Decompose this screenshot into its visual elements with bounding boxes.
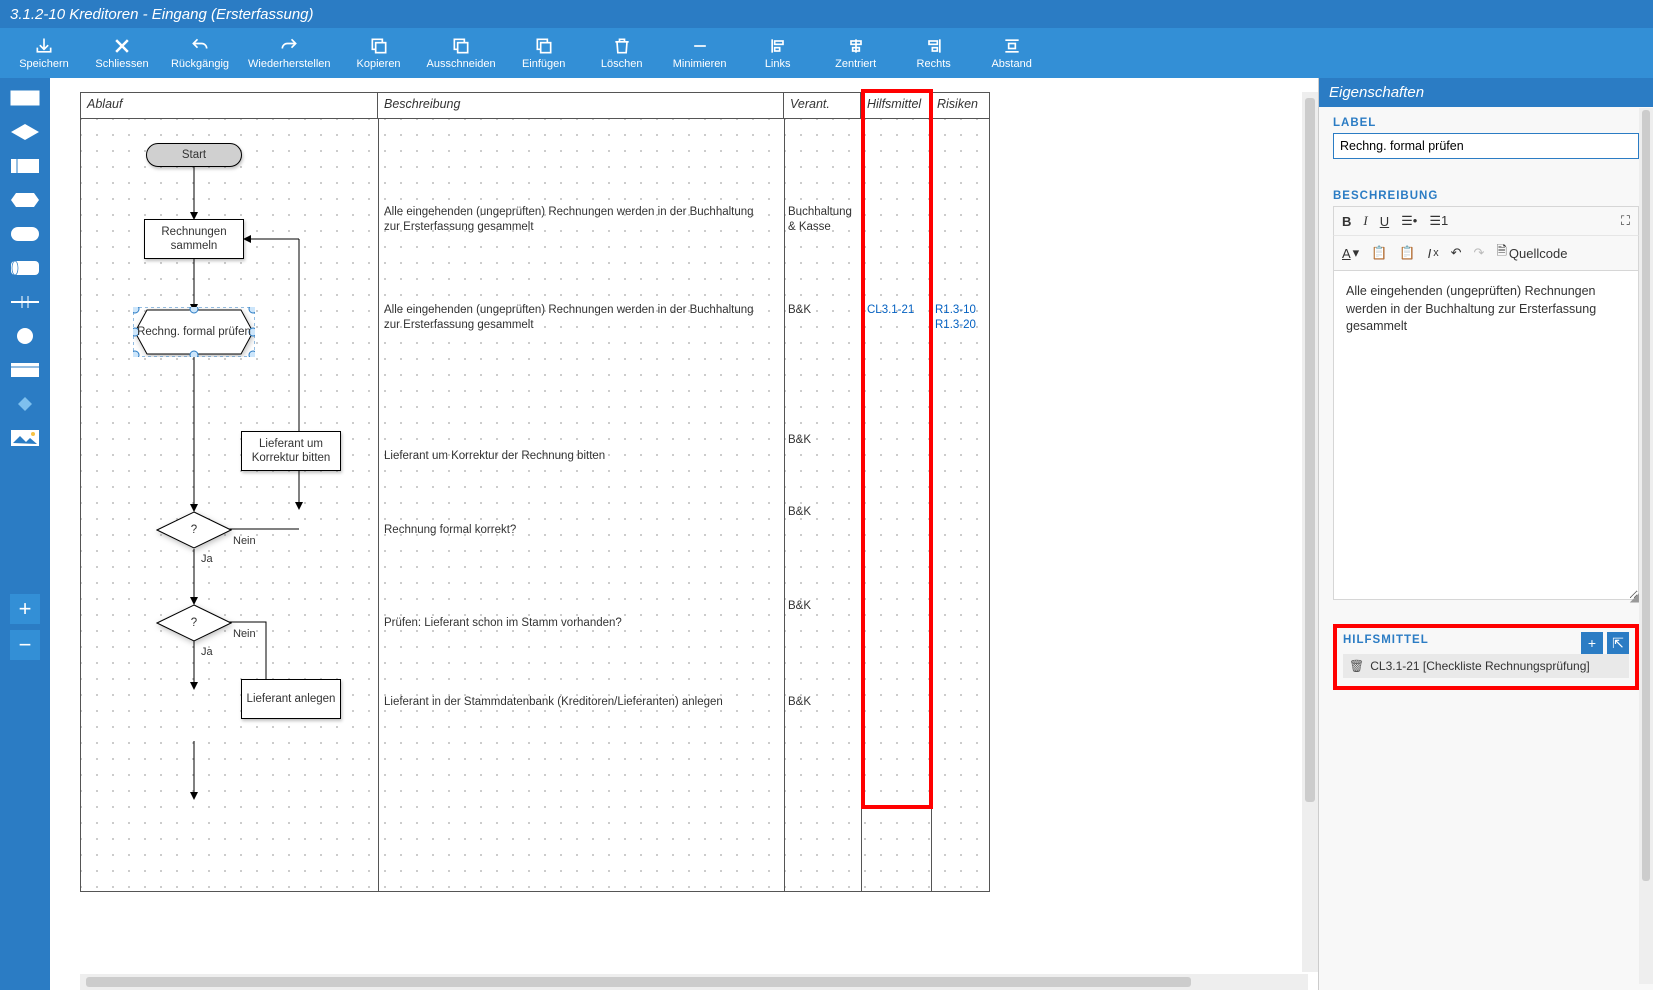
verant-r4: B&K: [788, 505, 815, 520]
column-verant: Verant.: [784, 93, 861, 118]
hilfsmittel-item[interactable]: 🗑 CL3.1-21 [Checkliste Rechnungsprüfung]: [1343, 654, 1629, 678]
italic-button[interactable]: I: [1363, 213, 1367, 229]
swimlane-headers: Ablauf Beschreibung Verant. Hilfsmittel …: [81, 93, 989, 119]
label-input[interactable]: [1333, 133, 1639, 159]
label-ja-1: Ja: [201, 553, 213, 565]
clear-format-button[interactable]: Ix: [1428, 246, 1439, 261]
panel-vertical-scrollbar[interactable]: [1639, 108, 1653, 984]
hilfsmittel-section: HILFSMITTEL + ⇱ 🗑 CL3.1-21 [Checkliste R…: [1333, 624, 1639, 690]
delete-button[interactable]: Löschen: [592, 36, 652, 70]
minimize-button[interactable]: Minimieren: [670, 36, 730, 70]
desc-r3: Lieferant um Korrektur der Rechnung bitt…: [384, 449, 609, 464]
underline-button[interactable]: U: [1380, 214, 1389, 229]
undo-button[interactable]: Rückgängig: [170, 36, 230, 70]
shape-rounded-icon[interactable]: [8, 224, 42, 244]
node-lieferant-anlegen[interactable]: Lieferant anlegen: [241, 679, 341, 719]
label-ja-2: Ja: [201, 646, 213, 658]
shape-data-icon[interactable]: [8, 258, 42, 278]
label-nein-2: Nein: [233, 628, 256, 640]
source-button[interactable]: 🗎 Quellcode: [1496, 242, 1567, 264]
verant-r6: B&K: [788, 695, 815, 710]
zoom-out-button[interactable]: −: [10, 630, 40, 660]
shape-diamond-icon[interactable]: [8, 122, 42, 142]
node-start[interactable]: Start: [146, 143, 242, 167]
shape-palette: + −: [0, 78, 50, 990]
paste-word-button[interactable]: 📋: [1399, 245, 1415, 261]
node-decision-1[interactable]: ?: [156, 511, 232, 549]
verant-r1: Buchhaltung & Kasse: [788, 205, 858, 235]
toolbar: Speichern Schliessen Rückgängig Wiederhe…: [0, 28, 1653, 78]
verant-r3: B&K: [788, 433, 815, 448]
risk-r2-1[interactable]: R1.3-10: [935, 303, 980, 318]
shape-hexagon-icon[interactable]: [8, 190, 42, 210]
highlight-hilfsmittel-column: [861, 89, 933, 809]
description-editor[interactable]: Alle eingehenden (ungeprüften) Rechnunge…: [1333, 270, 1639, 600]
properties-title: Eigenschaften: [1319, 78, 1653, 107]
paste-button[interactable]: Einfügen: [514, 36, 574, 70]
shape-link-icon[interactable]: [8, 292, 42, 312]
node-decision-2[interactable]: ?: [156, 604, 232, 642]
node-rechng-formal-pruefen-selected[interactable]: Rechng. formal prüfen: [133, 307, 255, 357]
close-button[interactable]: Schliessen: [92, 36, 152, 70]
fullscreen-button[interactable]: ⛶: [1621, 213, 1630, 229]
label-nein-1: Nein: [233, 535, 256, 547]
shape-circle-icon[interactable]: [8, 326, 42, 346]
spacing-button[interactable]: Abstand: [982, 36, 1042, 70]
shape-card-icon[interactable]: [8, 360, 42, 380]
shape-rect-icon[interactable]: [8, 88, 42, 108]
desc-r6: Lieferant in der Stammdatenbank (Kredito…: [384, 695, 727, 710]
add-hilfsmittel-button[interactable]: +: [1581, 632, 1603, 654]
verant-r2: B&K: [788, 303, 815, 318]
window-title: 3.1.2-10 Kreditoren - Eingang (Ersterfas…: [0, 0, 1653, 28]
redo-rte-button[interactable]: ↷: [1474, 245, 1485, 261]
canvas-vertical-scrollbar[interactable]: [1302, 92, 1318, 972]
rich-text-toolbar: B I U ☰• ☰1 ⛶: [1333, 206, 1639, 235]
properties-panel: Eigenschaften LABEL BESCHREIBUNG B I U ☰…: [1318, 78, 1653, 990]
risk-r2-2[interactable]: R1.3-20: [935, 318, 980, 333]
canvas-horizontal-scrollbar[interactable]: [80, 974, 1308, 990]
link-hilfsmittel-button[interactable]: ⇱: [1607, 632, 1629, 654]
verant-r5: B&K: [788, 599, 815, 614]
column-risiken: Risiken: [931, 93, 989, 118]
desc-r2: Alle eingehenden (ungeprüften) Rechnunge…: [384, 303, 774, 333]
redo-button[interactable]: Wiederherstellen: [248, 36, 331, 70]
resize-grip-icon[interactable]: ◢: [1630, 590, 1639, 604]
undo-rte-button[interactable]: ↶: [1451, 245, 1462, 261]
save-button[interactable]: Speichern: [14, 36, 74, 70]
desc-r5: Prüfen: Lieferant schon im Stamm vorhand…: [384, 616, 626, 631]
copy-button[interactable]: Kopieren: [349, 36, 409, 70]
align-center-button[interactable]: Zentriert: [826, 36, 886, 70]
column-ablauf: Ablauf: [81, 93, 378, 118]
node-rechnungen-sammeln[interactable]: Rechnungen sammeln: [144, 219, 244, 259]
align-left-button[interactable]: Links: [748, 36, 808, 70]
cut-button[interactable]: Ausschneiden: [427, 36, 496, 70]
zoom-in-button[interactable]: +: [10, 594, 40, 624]
desc-r4: Rechnung formal korrekt?: [384, 523, 520, 538]
align-right-button[interactable]: Rechts: [904, 36, 964, 70]
desc-section-title: BESCHREIBUNG: [1333, 190, 1639, 202]
paste-plain-button[interactable]: 📋: [1371, 245, 1387, 261]
column-beschreibung: Beschreibung: [378, 93, 784, 118]
bullet-list-button[interactable]: ☰•: [1401, 213, 1417, 229]
diagram-canvas[interactable]: Ablauf Beschreibung Verant. Hilfsmittel …: [50, 78, 1318, 990]
trash-icon[interactable]: 🗑: [1349, 659, 1364, 673]
bold-button[interactable]: B: [1342, 214, 1351, 229]
label-section-title: LABEL: [1333, 117, 1639, 129]
numbered-list-button[interactable]: ☰1: [1429, 213, 1448, 229]
desc-r1: Alle eingehenden (ungeprüften) Rechnunge…: [384, 205, 774, 235]
hilfsmittel-item-label: CL3.1-21 [Checkliste Rechnungsprüfung]: [1370, 659, 1589, 673]
node-lieferant-korrektur[interactable]: Lieferant um Korrektur bitten: [241, 431, 341, 471]
shape-small-diamond-icon[interactable]: [8, 394, 42, 414]
text-color-button[interactable]: A▾: [1342, 245, 1359, 261]
shape-process-icon[interactable]: [8, 156, 42, 176]
shape-image-icon[interactable]: [8, 428, 42, 448]
